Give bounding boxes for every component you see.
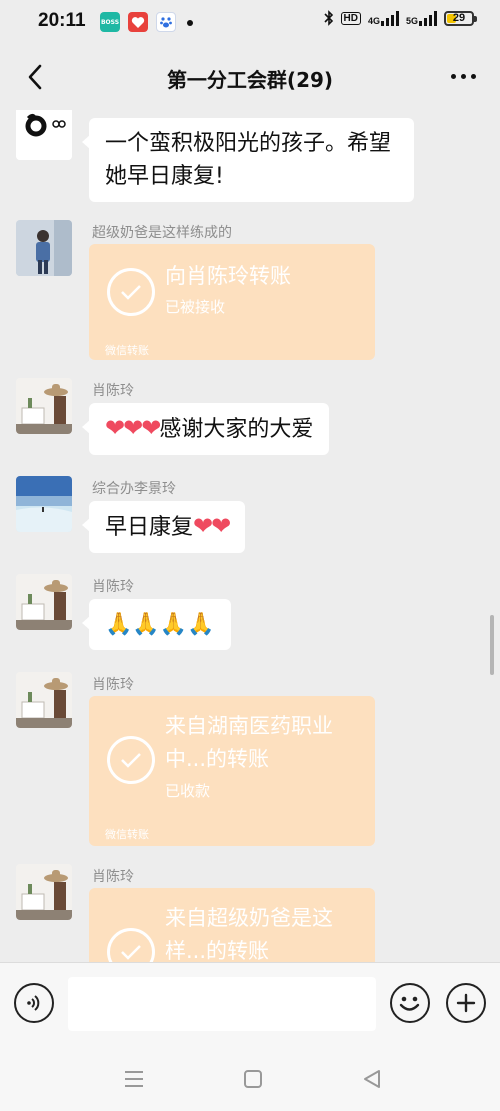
- transfer-title: 向肖陈玲转账: [165, 264, 291, 288]
- more-dots-icon: [450, 73, 456, 79]
- plus-button[interactable]: [446, 983, 486, 1023]
- signal-4g: 4G: [368, 10, 399, 26]
- message-text: 早日康复: [105, 515, 194, 540]
- check-circle-icon: [107, 928, 155, 962]
- transfer-status: 已收款: [165, 782, 211, 800]
- more-button[interactable]: [448, 64, 478, 88]
- message-input[interactable]: [68, 977, 376, 1031]
- plus-icon: [456, 993, 476, 1013]
- sender-name: 肖陈玲: [92, 869, 134, 885]
- avatar[interactable]: [16, 864, 72, 920]
- message-bubble[interactable]: ❤❤❤感谢大家的大爱: [81, 403, 330, 455]
- message-bubble[interactable]: 🙏🙏🙏🙏: [82, 599, 231, 650]
- heart-emoji: ❤❤❤: [105, 414, 161, 442]
- voice-button[interactable]: [14, 983, 54, 1023]
- transfer-card[interactable]: 来自湖南医药职业中...的转账 已收款 微信转账: [89, 696, 375, 846]
- avatar[interactable]: [16, 220, 72, 276]
- sender-name: 肖陈玲: [92, 677, 134, 693]
- input-bar: [0, 962, 500, 1047]
- battery-level: 29: [452, 12, 466, 24]
- transfer-card[interactable]: 向肖陈玲转账 已被接收 微信转账: [89, 244, 375, 360]
- signal-5g-label: 5G: [405, 16, 418, 26]
- message-text: 🙏🙏🙏🙏: [105, 612, 215, 637]
- status-right-cluster: HD 4G 5G 29: [323, 10, 477, 26]
- transfer-card[interactable]: 来自超级奶爸是这样...的转账: [89, 888, 375, 962]
- paw-app-icon: [156, 12, 176, 32]
- chat-header: 第一分工会群(29): [0, 44, 500, 110]
- emoji-icon: [399, 996, 420, 1011]
- sender-name: 超级奶爸是这样练成的: [92, 225, 232, 241]
- status-bar: 20:11 BOSS HD 4G 5G 29: [0, 0, 500, 44]
- message-text: 一个蛮积极阳光的孩子。希望她早日康复!: [105, 131, 392, 189]
- signal-bars-icon: [380, 10, 399, 26]
- heart-emoji: ❤❤: [193, 512, 231, 540]
- signal-bars-icon: [419, 10, 437, 26]
- message-bubble[interactable]: 一个蛮积极阳光的孩子。希望她早日康复!: [82, 118, 414, 202]
- avatar[interactable]: [16, 110, 72, 160]
- hd-badge: HD: [340, 11, 361, 25]
- avatar[interactable]: [16, 574, 72, 630]
- menu-icon: [125, 1071, 143, 1087]
- notification-dot: [187, 20, 193, 26]
- sender-name: 肖陈玲: [92, 579, 134, 595]
- voice-icon: [27, 995, 40, 1011]
- menu-nav-button[interactable]: [119, 1066, 149, 1092]
- status-time: 20:11: [38, 10, 86, 31]
- avatar[interactable]: [16, 476, 72, 532]
- sender-name: 肖陈玲: [92, 383, 134, 399]
- message-text: 感谢大家的大爱: [159, 417, 314, 442]
- scrollbar[interactable]: [490, 615, 494, 675]
- check-circle-icon: [107, 268, 155, 316]
- transfer-footer: 微信转账: [105, 828, 149, 841]
- avatar[interactable]: [16, 378, 72, 434]
- chat-title: 第一分工会群(29): [166, 68, 334, 92]
- message-bubble[interactable]: 早日康复❤❤: [81, 501, 246, 553]
- battery-icon: 29: [444, 10, 477, 26]
- transfer-footer: 微信转账: [105, 344, 149, 357]
- signal-5g: 5G: [406, 10, 437, 26]
- boss-app-icon: BOSS: [100, 12, 120, 32]
- triangle-back-icon: [364, 1070, 380, 1088]
- heart-app-icon: [128, 12, 148, 32]
- transfer-title: 来自超级奶爸是这样...的转账: [165, 906, 333, 962]
- avatar[interactable]: [16, 672, 72, 728]
- transfer-title: 来自湖南医药职业中...的转账: [165, 714, 333, 771]
- signal-4g-label: 4G: [367, 16, 380, 26]
- bluetooth-icon: [323, 10, 333, 26]
- home-nav-button[interactable]: [238, 1066, 268, 1092]
- square-icon: [244, 1070, 262, 1088]
- system-nav-bar: [0, 1046, 500, 1111]
- check-circle-icon: [107, 736, 155, 784]
- sender-name: 综合办李景玲: [92, 481, 176, 497]
- message-list[interactable]: 一个蛮积极阳光的孩子。希望她早日康复! 超级奶爸是这样练成的 向肖陈玲转账 已被…: [0, 110, 500, 962]
- back-nav-button[interactable]: [357, 1066, 387, 1092]
- transfer-status: 已被接收: [165, 298, 226, 316]
- emoji-button[interactable]: [390, 983, 430, 1023]
